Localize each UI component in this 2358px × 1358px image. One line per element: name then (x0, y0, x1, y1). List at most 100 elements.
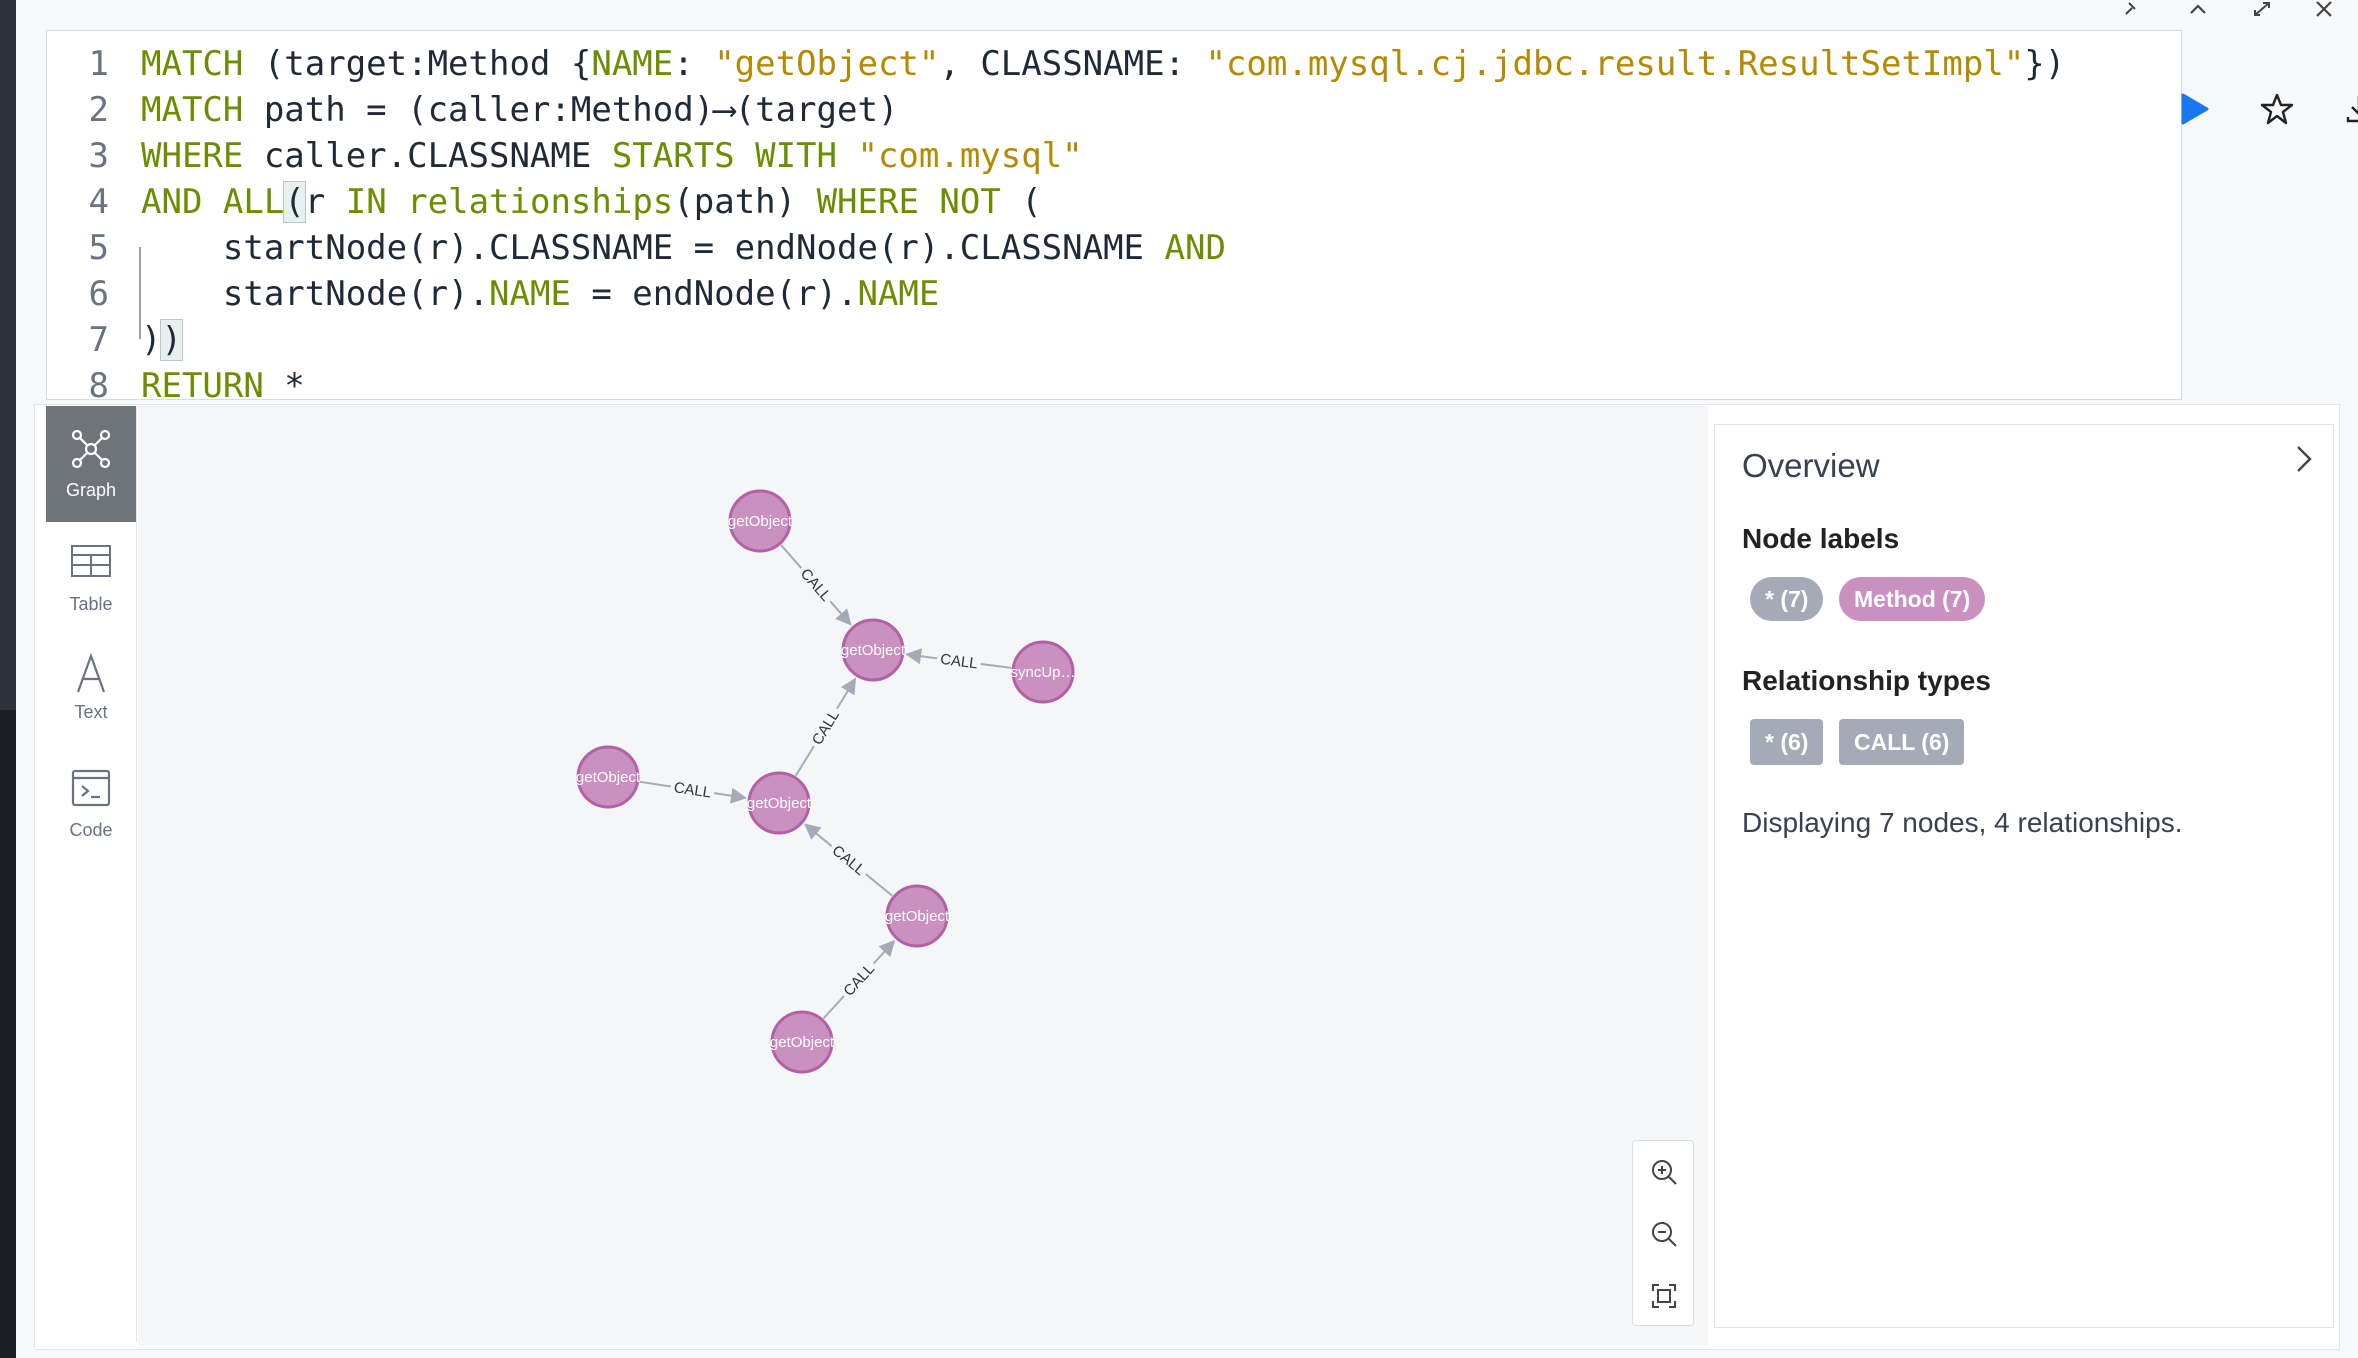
graph-node[interactable]: getObject (841, 618, 906, 682)
code-token: STARTS WITH (611, 136, 837, 176)
view-table-button[interactable]: Table (46, 522, 136, 638)
relationship-types-heading: Relationship types (1742, 665, 1991, 696)
code-token: "com.mysql" (857, 136, 1083, 176)
zoom-out-icon (1652, 1222, 1677, 1247)
view-table-label: Table (69, 594, 113, 614)
code-token: WHERE (141, 136, 244, 176)
graph-node[interactable]: getObject (728, 489, 793, 553)
code-icon (71, 769, 111, 807)
relationship-call[interactable]: CALL (794, 677, 857, 777)
code-token: ) (160, 319, 183, 361)
graph-node[interactable]: syncUp… (1010, 640, 1076, 704)
graph-node[interactable]: getObject (770, 1010, 835, 1074)
fit-to-screen-button[interactable] (1633, 1265, 1695, 1327)
view-text-button[interactable]: Text (46, 638, 136, 754)
view-code-label: Code (69, 820, 113, 840)
line-number: 8 (88, 366, 109, 406)
code-line[interactable]: 3 WHERE caller.CLASSNAME STARTS WITH "com… (47, 133, 1083, 179)
chevron-right-icon (2297, 446, 2312, 472)
run-button[interactable] (2173, 89, 2213, 129)
graph-node[interactable]: getObject (747, 771, 812, 835)
collapse-icon[interactable] (2180, 0, 2216, 18)
code-line[interactable]: 5 startNode(r).CLASSNAME = endNode(r).CL… (47, 225, 1226, 271)
graph-visualization[interactable]: CALL CALL CALL CALL CALL CALL getObject getObj… (138, 406, 1708, 1346)
graph-icon (71, 429, 111, 469)
view-text-label: Text (74, 702, 108, 722)
code-token: RETURN (141, 366, 264, 406)
code-token: IN (345, 182, 387, 222)
line-number: 6 (88, 274, 109, 314)
code-line[interactable]: 4 AND ALL(r IN relationships(path) WHERE … (47, 179, 1042, 225)
zoom-out-button[interactable] (1633, 1203, 1695, 1265)
code-line[interactable]: 8 RETURN * (47, 363, 305, 409)
node-label-all-pill[interactable]: * (7) (1750, 577, 1824, 621)
table-icon (71, 545, 111, 577)
pin-icon[interactable] (2112, 0, 2148, 18)
code-token: relationships (407, 182, 674, 222)
node-label-method-pill[interactable]: Method (7) (1839, 577, 1986, 621)
code-token: NAME (489, 274, 571, 314)
relationship-call[interactable]: CALL (905, 648, 1012, 673)
code-token: NAME (857, 274, 940, 314)
code-token: MATCH (141, 90, 244, 130)
line-number: 1 (88, 44, 109, 84)
code-token: r (304, 182, 346, 222)
code-token: caller.CLASSNAME (243, 136, 612, 176)
node-caption: getObject (770, 1034, 835, 1051)
relationship-label: CALL (809, 707, 843, 748)
code-token: ( (1000, 182, 1042, 222)
line-number: 5 (88, 228, 109, 268)
code-token: MATCH (141, 44, 244, 84)
rel-type-all-tag[interactable]: * (6) (1750, 719, 1824, 765)
expand-icon[interactable] (2244, 0, 2280, 18)
favorite-button[interactable] (2255, 87, 2299, 131)
play-icon (2181, 93, 2209, 125)
graph-node[interactable]: getObject (576, 745, 641, 809)
rel-type-call-tag[interactable]: CALL (6) (1839, 719, 1965, 765)
code-token: = endNode(r). (570, 274, 858, 314)
view-graph-label: Graph (65, 480, 117, 500)
relationship-label: CALL (939, 651, 978, 673)
graph-canvas[interactable]: CALL CALL CALL CALL CALL CALL getObject getObj… (138, 406, 1708, 1346)
code-token: * (263, 366, 305, 406)
code-token: startNode(r). (141, 274, 489, 314)
node-caption: getObject (747, 795, 812, 812)
star-icon (2260, 93, 2294, 125)
relationship-call[interactable]: CALL (639, 779, 747, 804)
code-line[interactable]: 2 MATCH path = (caller:Method)⟶(target) (47, 87, 899, 133)
download-button[interactable] (2337, 87, 2358, 131)
code-line[interactable]: 1 MATCH (target:Method {NAME: "getObject"… (47, 41, 2066, 87)
line-number: 7 (88, 320, 109, 360)
code-token: NAME (591, 44, 674, 84)
relationship-label: CALL (673, 779, 713, 801)
code-token: }) (2024, 44, 2066, 84)
code-token: : (673, 44, 715, 84)
code-token: (path) (673, 182, 817, 222)
relationship-call[interactable]: CALL (822, 939, 896, 1020)
relationship-label: CALL (840, 960, 878, 999)
text-icon (76, 652, 106, 693)
relationship-call[interactable]: CALL (780, 544, 852, 626)
line-number: 2 (88, 90, 109, 130)
graph-node[interactable]: getObject (885, 884, 950, 948)
collapse-overview-button[interactable] (2283, 439, 2323, 479)
node-caption: getObject (576, 769, 641, 786)
node-caption: getObject (841, 642, 906, 659)
code-token: startNode(r).CLASSNAME = endNode(r).CLAS… (141, 228, 1165, 268)
zoom-in-button[interactable] (1633, 1141, 1695, 1203)
view-sidebar: Graph Table Text Code (46, 406, 137, 1342)
cypher-editor[interactable]: 1 MATCH (target:Method {NAME: "getObject"… (46, 30, 2358, 406)
code-line[interactable]: 6 startNode(r).NAME = endNode(r).NAME (47, 271, 940, 317)
code-token: AND (1164, 228, 1226, 268)
view-graph-button[interactable]: Graph (46, 406, 136, 522)
view-code-button[interactable]: Code (46, 754, 136, 870)
relationship-call[interactable]: CALL (804, 823, 893, 897)
overview-title: Overview (1742, 447, 1880, 484)
line-number: 3 (88, 136, 109, 176)
code-line[interactable]: 7)) (47, 317, 183, 363)
close-icon[interactable] (2306, 0, 2342, 18)
node-caption: getObject (728, 513, 793, 530)
relationship-label: CALL (797, 565, 835, 604)
fit-icon (1652, 1284, 1676, 1308)
